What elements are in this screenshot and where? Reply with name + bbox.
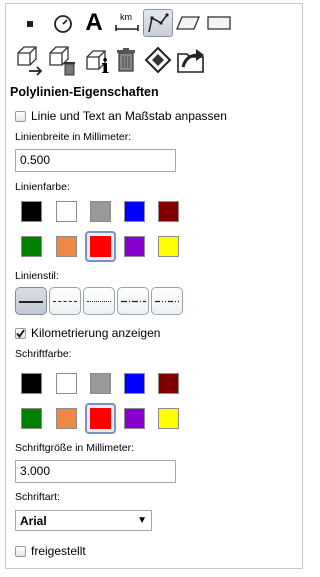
line-color-red[interactable]: [90, 236, 111, 257]
line-style-dotted[interactable]: [83, 287, 115, 315]
line-width-input[interactable]: 0.500: [15, 149, 176, 172]
scale-bar-tool[interactable]: km: [113, 10, 141, 36]
trash-button[interactable]: [114, 46, 138, 74]
line-color-white[interactable]: [56, 201, 77, 222]
font-color-red[interactable]: [90, 408, 111, 429]
line-style-solid[interactable]: [15, 287, 47, 315]
move-object-button[interactable]: [15, 44, 45, 76]
rectangle-tool-icon: [207, 16, 231, 30]
panel-title: Polylinien-Eigenschaften: [10, 85, 159, 99]
font-color-maroon[interactable]: [158, 373, 179, 394]
polyline-tool-icon: [148, 13, 169, 33]
properties-panel: A km i Polylinien-Eigenschaften Linie un…: [5, 3, 303, 569]
point-tool[interactable]: [20, 14, 40, 34]
fit-scale-checkbox[interactable]: [15, 111, 26, 122]
line-color-yellow[interactable]: [158, 236, 179, 257]
move-object-icon: [17, 46, 43, 76]
point-icon: [27, 21, 33, 27]
line-color-label: Linienfarbe:: [15, 181, 70, 193]
font-color-yellow[interactable]: [158, 408, 179, 429]
line-style-dash-dot[interactable]: [117, 287, 149, 315]
checkmark-icon: [16, 329, 25, 338]
kilometering-label: Kilometrierung anzeigen: [31, 326, 161, 340]
kilometering-checkbox[interactable]: [15, 328, 26, 339]
scale-unit-label: km: [120, 12, 132, 22]
font-color-purple[interactable]: [124, 408, 145, 429]
trash-icon: [117, 48, 135, 72]
line-style-label: Linienstil:: [15, 270, 59, 282]
line-color-green[interactable]: [21, 236, 42, 257]
polyline-tool[interactable]: [143, 9, 173, 37]
time-tool[interactable]: [52, 13, 74, 35]
font-color-gray[interactable]: [90, 373, 111, 394]
delete-object-icon: [49, 46, 75, 76]
eraser-button[interactable]: [143, 45, 173, 75]
chevron-down-icon: ▼: [137, 514, 147, 526]
font-color-green[interactable]: [21, 408, 42, 429]
font-color-label: Schriftfarbe:: [15, 348, 72, 360]
font-color-orange[interactable]: [56, 408, 77, 429]
rectangle-tool[interactable]: [205, 13, 233, 33]
font-family-select[interactable]: Arial ▼: [15, 510, 152, 531]
line-style-dash-dot-dot[interactable]: [151, 287, 183, 315]
line-color-black[interactable]: [21, 201, 42, 222]
font-size-label: Schriftgröße in Millimeter:: [15, 442, 135, 454]
line-color-purple[interactable]: [124, 236, 145, 257]
polygon-tool[interactable]: [174, 13, 202, 33]
line-color-orange[interactable]: [56, 236, 77, 257]
line-width-label: Linienbreite in Millimeter:: [15, 131, 132, 143]
text-tool[interactable]: A: [82, 10, 106, 36]
text-tool-icon: A: [85, 9, 103, 36]
line-style-dashed[interactable]: [49, 287, 81, 315]
clock-icon: [54, 15, 72, 33]
delete-object-button[interactable]: [47, 44, 77, 76]
export-icon: [177, 49, 204, 73]
font-color-black[interactable]: [21, 373, 42, 394]
line-color-gray[interactable]: [90, 201, 111, 222]
font-family-label: Schriftart:: [15, 491, 60, 503]
font-family-value: Arial: [20, 513, 47, 528]
line-color-maroon[interactable]: [158, 201, 179, 222]
object-info-button[interactable]: i: [79, 44, 111, 78]
font-color-blue[interactable]: [124, 373, 145, 394]
font-size-input[interactable]: 3.000: [15, 460, 176, 483]
polygon-tool-icon: [176, 16, 200, 30]
fit-scale-label: Linie und Text an Maßstab anpassen: [31, 109, 227, 123]
line-color-blue[interactable]: [124, 201, 145, 222]
font-color-white[interactable]: [56, 373, 77, 394]
export-button[interactable]: [175, 44, 207, 76]
info-glyph: i: [101, 54, 109, 78]
free-standing-label: freigestellt: [31, 544, 86, 558]
eraser-icon: [144, 46, 172, 74]
free-standing-checkbox[interactable]: [15, 546, 26, 557]
